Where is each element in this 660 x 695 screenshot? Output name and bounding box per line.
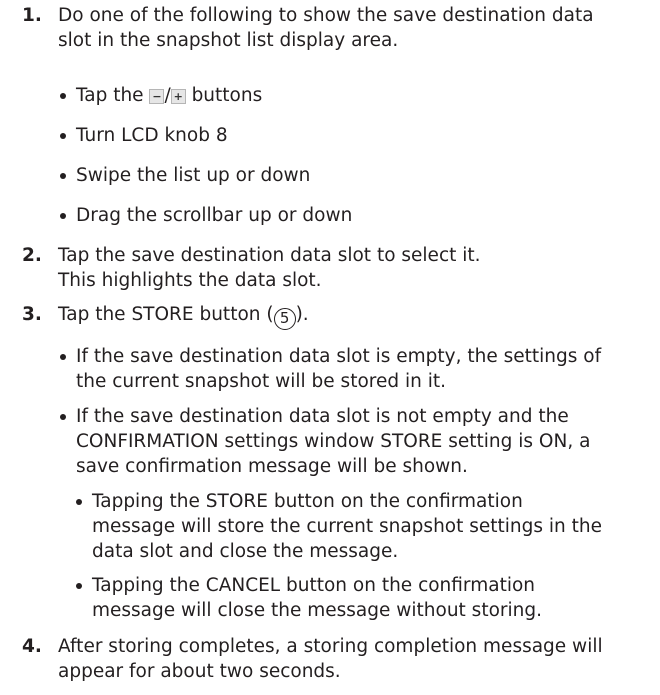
step-text-after: ).: [295, 304, 309, 325]
bullet-text: Drag the scrollbar up or down: [76, 205, 353, 226]
text-line: appear for about two seconds.: [58, 661, 341, 682]
step-text: Do one of the following to show the save…: [58, 3, 648, 53]
text-line: If the save destination data slot is emp…: [76, 346, 602, 367]
text-line: save confirmation message will be shown.: [76, 456, 468, 477]
text-line: slot in the snapshot list display area.: [58, 30, 399, 51]
text-line: message will close the message without s…: [92, 600, 542, 621]
bullet-text: Turn LCD knob 8: [76, 125, 228, 146]
bullet-dot: [60, 414, 66, 420]
minus-button-icon: −: [149, 89, 165, 104]
text-line: data slot and close the message.: [92, 541, 399, 562]
step-text: After storing completes, a storing compl…: [58, 634, 648, 684]
text-line: CONFIRMATION settings window STORE setti…: [76, 431, 591, 452]
text-line: message will store the current snapshot …: [92, 516, 603, 537]
text-line: Do one of the following to show the save…: [58, 5, 594, 26]
step-text: Tap the STORE button (5).: [58, 302, 648, 330]
bullet-dot: [60, 93, 66, 99]
circled-number-5: 5: [273, 308, 296, 330]
bullet-dot: [76, 499, 82, 505]
bullet-text: Tapping the STORE button on the confirma…: [92, 489, 602, 564]
bullet-text: buttons: [185, 85, 263, 106]
text-line: If the save destination data slot is not…: [76, 406, 569, 427]
bullet-text: Swipe the list up or down: [76, 165, 311, 186]
plus-button-icon: +: [170, 89, 186, 104]
step-number: 4.: [22, 636, 42, 657]
text-line: Tap the save destination data slot to se…: [58, 245, 481, 266]
text-line: Tapping the CANCEL button on the confirm…: [92, 575, 536, 596]
bullet-text: If the save destination data slot is not…: [76, 404, 590, 479]
step-number: 2.: [22, 245, 42, 266]
bullet-dot: [76, 583, 82, 589]
bullet-dot: [60, 213, 66, 219]
text-line: After storing completes, a storing compl…: [58, 636, 603, 657]
bullet-text: Tap the: [76, 85, 150, 106]
instruction-document: 1. Do one of the following to show the s…: [0, 0, 660, 695]
bullet-dot: [60, 133, 66, 139]
step-number: 1.: [22, 5, 42, 26]
bullet-dot: [60, 173, 66, 179]
text-line: Tapping the STORE button on the confirma…: [92, 491, 523, 512]
step-text: Tap the save destination data slot to se…: [58, 243, 648, 293]
text-line: the current snapshot will be stored in i…: [76, 371, 446, 392]
step-number: 3.: [22, 304, 42, 325]
text-line: This highlights the data slot.: [58, 270, 322, 291]
step-text-before: Tap the STORE button (: [58, 304, 274, 325]
bullet-dot: [60, 354, 66, 360]
bullet-text: If the save destination data slot is emp…: [76, 344, 601, 394]
bullet-text: Tapping the CANCEL button on the confirm…: [92, 573, 542, 623]
